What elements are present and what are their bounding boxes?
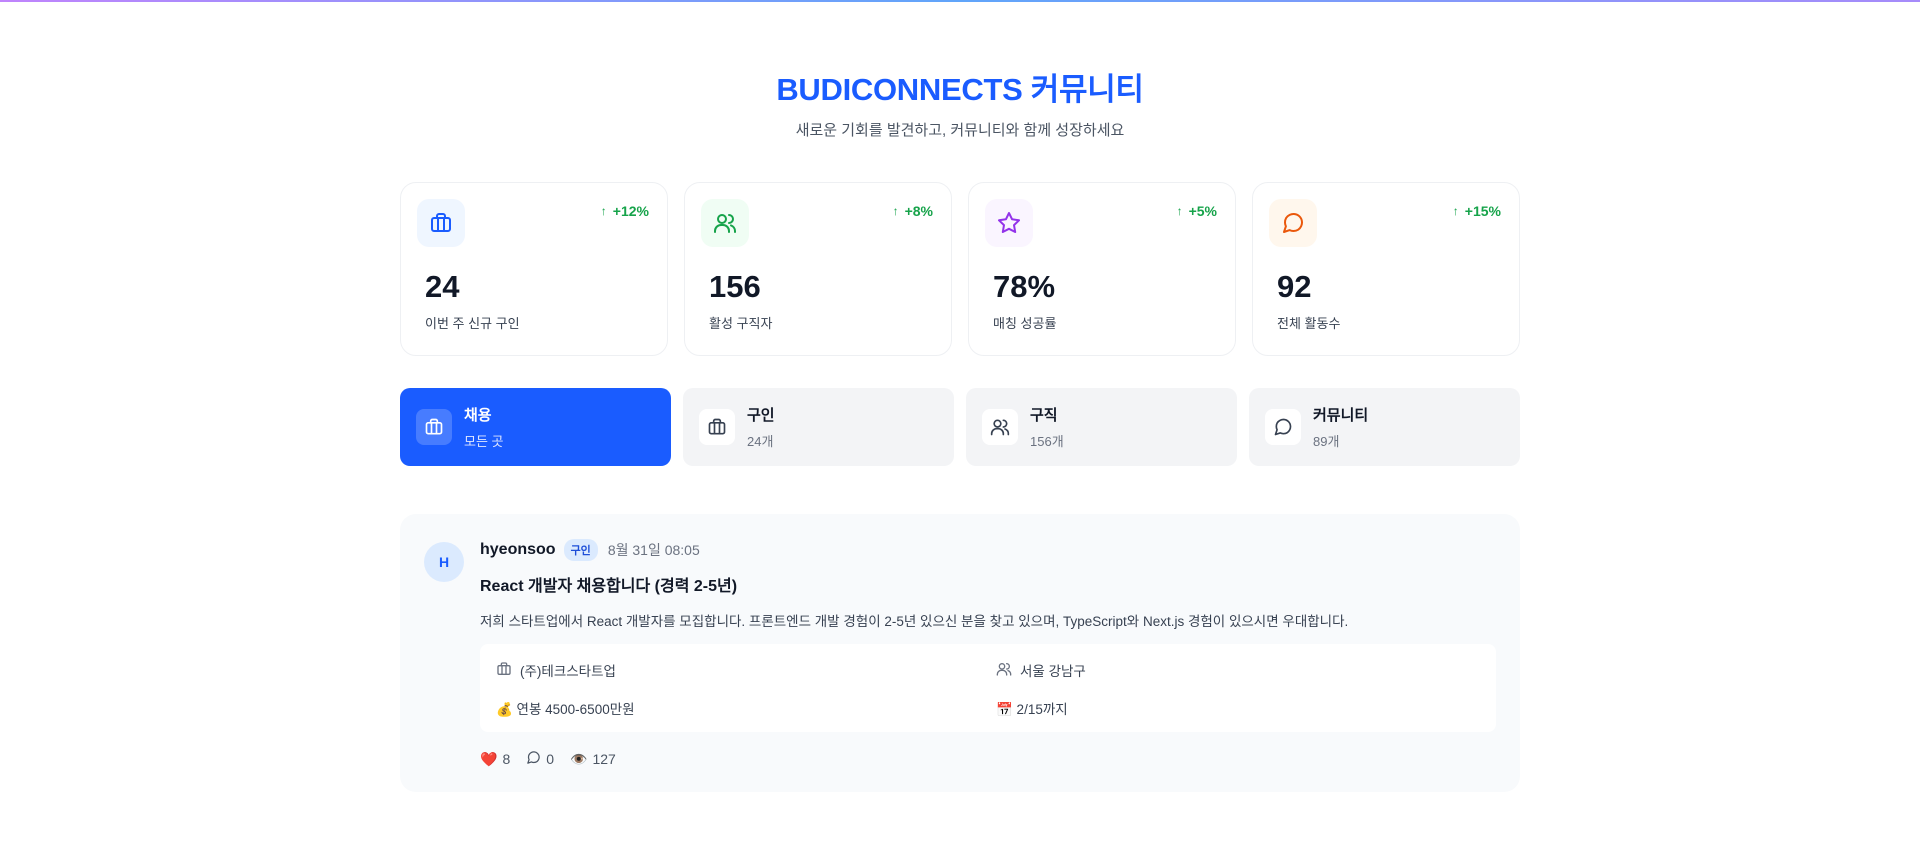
post-date: 8월 31일 08:05 [607, 542, 700, 558]
stat-label: 이번 주 신규 구인 [425, 316, 520, 331]
users-icon [996, 661, 1012, 680]
stat-change: ↑ +8% [892, 203, 933, 219]
briefcase-icon [496, 661, 512, 680]
arrow-up-icon: ↑ [892, 204, 899, 218]
comment-count: 0 [546, 751, 555, 767]
eye-icon: 👁️ [570, 750, 588, 767]
post-actions: ❤️ 8 0 👁️ 127 [480, 750, 1496, 768]
stat-value: 24 [425, 269, 460, 304]
stats-row: ↑ +12% 24 이번 주 신규 구인 ↑ +8% 156 활성 구직자 ↑ +5%… [400, 182, 1520, 356]
stat-label: 매칭 성공률 [993, 316, 1057, 331]
views-indicator: 👁️ 127 [570, 751, 616, 768]
stat-change: ↑ +15% [1452, 203, 1501, 219]
post-card[interactable]: H hyeonsoo 구인 8월 31일 08:05 React 개발자 채용합… [400, 514, 1520, 792]
message-circle-icon [1265, 409, 1301, 445]
top-accent-line [0, 0, 1920, 2]
deadline-text: 📅 2/15까지 [996, 702, 1068, 717]
stat-value: 92 [1277, 269, 1312, 304]
comment-button[interactable]: 0 [526, 750, 554, 768]
stat-card-active-seekers: ↑ +8% 156 활성 구직자 [684, 182, 952, 356]
stat-value: 78% [993, 269, 1056, 304]
stat-label: 전체 활동수 [1277, 316, 1341, 331]
location-text: 서울 강남구 [1020, 664, 1086, 679]
tab-title: 채용 [464, 407, 492, 424]
message-circle-icon [1269, 199, 1317, 247]
tab-count: 156개 [1030, 434, 1064, 449]
stat-card-new-jobs: ↑ +12% 24 이번 주 신규 구인 [400, 182, 668, 356]
arrow-up-icon: ↑ [1176, 204, 1183, 218]
post-meta: hyeonsoo 구인 8월 31일 08:05 [480, 538, 1496, 562]
tab-count: 모든 곳 [464, 434, 504, 449]
company-name: (주)테크스타트업 [520, 664, 616, 679]
view-count: 127 [592, 751, 616, 767]
stat-change: ↑ +12% [600, 203, 649, 219]
tab-recruitment[interactable]: 채용 모든 곳 [400, 388, 671, 466]
tab-community[interactable]: 커뮤니티 89개 [1249, 388, 1520, 466]
info-company: (주)테크스타트업 [496, 660, 996, 680]
like-button[interactable]: ❤️ 8 [480, 751, 510, 768]
arrow-up-icon: ↑ [1452, 204, 1459, 218]
briefcase-icon [417, 199, 465, 247]
info-deadline: 📅 2/15까지 [996, 698, 1480, 718]
category-tabs: 채용 모든 곳 구인 24개 구직 156개 커뮤니티 89개 [400, 388, 1520, 466]
info-location: 서울 강남구 [996, 660, 1480, 680]
arrow-up-icon: ↑ [600, 204, 607, 218]
tab-hiring[interactable]: 구인 24개 [683, 388, 954, 466]
post-content: 저희 스타트업에서 React 개발자를 모집합니다. 프론트엔드 개발 경험이… [480, 614, 1349, 629]
tab-title: 커뮤니티 [1313, 407, 1369, 424]
info-salary: 💰 연봉 4500-6500만원 [496, 698, 996, 718]
post-type-badge: 구인 [563, 539, 598, 561]
page-header: BUDICONNECTS 커뮤니티 새로운 기회를 발견하고, 커뮤니티와 함께… [0, 0, 1920, 140]
tab-count: 89개 [1313, 434, 1340, 449]
briefcase-icon [699, 409, 735, 445]
users-icon [701, 199, 749, 247]
briefcase-icon [416, 409, 452, 445]
comment-icon [526, 750, 541, 768]
page-title: BUDICONNECTS 커뮤니티 [776, 72, 1144, 107]
star-icon [985, 199, 1033, 247]
tab-title: 구직 [1030, 407, 1058, 424]
stat-card-match-rate: ↑ +5% 78% 매칭 성공률 [968, 182, 1236, 356]
like-count: 8 [502, 751, 511, 767]
tab-title: 구인 [747, 407, 775, 424]
stat-value: 156 [709, 269, 761, 304]
stat-label: 활성 구직자 [709, 316, 773, 331]
heart-icon: ❤️ [480, 750, 498, 767]
post-title[interactable]: React 개발자 채용합니다 (경력 2-5년) [480, 572, 1496, 596]
post-info-box: (주)테크스타트업 서울 강남구 💰 연봉 4500-6500만원 📅 2/15… [480, 644, 1496, 732]
tab-job-seeking[interactable]: 구직 156개 [966, 388, 1237, 466]
avatar[interactable]: H [424, 542, 464, 582]
users-icon [982, 409, 1018, 445]
tab-count: 24개 [747, 434, 774, 449]
post-body: hyeonsoo 구인 8월 31일 08:05 React 개발자 채용합니다… [480, 538, 1496, 768]
stat-card-total-activity: ↑ +15% 92 전체 활동수 [1252, 182, 1520, 356]
salary-text: 💰 연봉 4500-6500만원 [496, 702, 635, 717]
page-subtitle: 새로운 기회를 발견하고, 커뮤니티와 함께 성장하세요 [795, 122, 1125, 139]
stat-change: ↑ +5% [1176, 203, 1217, 219]
post-author[interactable]: hyeonsoo [480, 541, 556, 559]
